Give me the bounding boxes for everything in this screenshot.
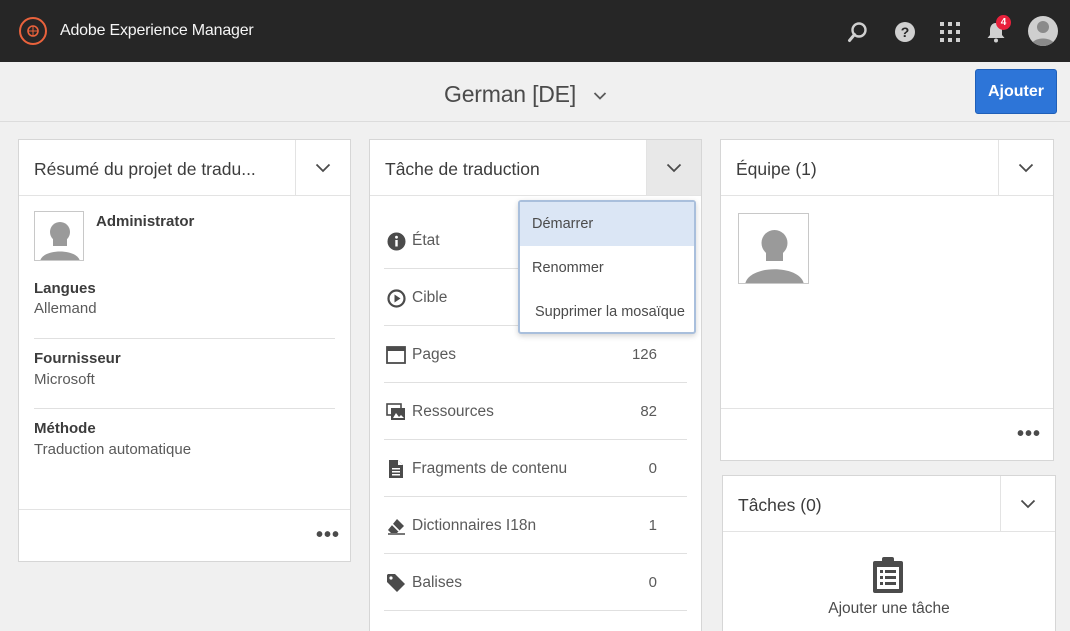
field-value: Traduction automatique	[34, 441, 192, 458]
chevron-down-icon	[1018, 163, 1034, 172]
play-icon	[386, 288, 406, 308]
row-label: Balises	[412, 574, 462, 591]
card-footer: •••	[19, 509, 350, 561]
pages-icon	[386, 345, 406, 365]
svg-text:?: ?	[901, 24, 910, 40]
user-avatar-icon[interactable]	[1028, 16, 1058, 46]
row-count: 126	[631, 346, 657, 363]
card-expand-button[interactable]	[1000, 476, 1055, 531]
field-label: Fournisseur	[34, 350, 121, 367]
more-options-button[interactable]: •••	[316, 524, 340, 547]
tasks-card: Tâches (0) Ajouter une tâche	[722, 475, 1056, 631]
card-actions-menu: Démarrer Renommer Supprimer la mosaïque	[518, 200, 696, 334]
list-item[interactable]: Balises 0	[384, 554, 687, 611]
add-button[interactable]: Ajouter	[975, 69, 1057, 114]
card-title: Équipe (1)	[736, 159, 817, 179]
card-header: Tâches (0)	[723, 476, 1055, 532]
language-title[interactable]: German [DE]	[444, 81, 576, 108]
row-count: 0	[648, 460, 657, 477]
card-expand-button[interactable]	[295, 140, 350, 195]
document-icon	[386, 459, 406, 479]
list-item[interactable]: Pages 126	[384, 326, 687, 383]
clipboard-icon[interactable]	[872, 556, 904, 599]
divider	[34, 408, 335, 409]
row-count: 82	[640, 403, 657, 420]
summary-card: Résumé du projet de tradu... Administrat…	[18, 139, 351, 562]
row-label: Dictionnaires I18n	[412, 517, 537, 534]
help-icon[interactable]: ?	[893, 20, 917, 44]
card-title: Tâche de traduction	[385, 159, 540, 179]
card-header: Équipe (1)	[721, 140, 1053, 196]
card-expand-button[interactable]	[998, 140, 1053, 195]
card-header: Résumé du projet de tradu...	[19, 140, 350, 196]
user-avatar-icon	[34, 211, 84, 261]
row-label: Ressources	[412, 403, 494, 420]
shell-header: Adobe Experience Manager ? 4	[0, 0, 1070, 62]
row-count: 0	[648, 574, 657, 591]
row-label: Fragments de contenu	[412, 460, 568, 477]
field-value: Allemand	[34, 300, 97, 317]
apps-icon[interactable]	[938, 20, 962, 44]
row-count: 1	[648, 517, 657, 534]
more-options-button[interactable]: •••	[1017, 423, 1041, 446]
list-item[interactable]: Dictionnaires I18n 1	[384, 497, 687, 554]
divider	[34, 338, 335, 339]
team-member-avatar[interactable]	[738, 213, 809, 284]
menu-item-delete-tile[interactable]: Supprimer la mosaïque	[520, 290, 694, 334]
info-icon	[386, 231, 406, 251]
row-label: Cible	[412, 289, 448, 306]
aem-logo-icon[interactable]	[19, 17, 47, 45]
eraser-icon	[386, 516, 406, 536]
chevron-down-icon	[666, 163, 682, 172]
card-header: Tâche de traduction	[370, 140, 701, 196]
row-label: État	[412, 232, 440, 249]
add-task-link[interactable]: Ajouter une tâche	[723, 600, 1055, 618]
assets-icon	[386, 402, 406, 422]
chevron-down-icon	[315, 163, 331, 172]
team-card: Équipe (1) •••	[720, 139, 1054, 461]
field-label: Méthode	[34, 420, 96, 437]
search-icon[interactable]	[846, 20, 870, 44]
field-label: Langues	[34, 280, 96, 297]
user-name: Administrator	[96, 213, 195, 230]
card-expand-button[interactable]	[646, 140, 701, 195]
menu-item-rename[interactable]: Renommer	[520, 246, 694, 290]
card-title: Résumé du projet de tradu...	[34, 159, 256, 179]
card-title: Tâches (0)	[738, 495, 822, 515]
row-label: Pages	[412, 346, 456, 363]
list-item[interactable]: Fragments de contenu 0	[384, 440, 687, 497]
list-item[interactable]: Ressources 82	[384, 383, 687, 440]
notification-badge: 4	[996, 15, 1011, 30]
card-footer: •••	[721, 408, 1053, 460]
chevron-down-icon[interactable]	[593, 88, 607, 106]
tag-icon	[386, 573, 406, 593]
app-title[interactable]: Adobe Experience Manager	[60, 22, 254, 40]
menu-item-start[interactable]: Démarrer	[520, 202, 694, 246]
field-value: Microsoft	[34, 371, 95, 388]
chevron-down-icon	[1020, 499, 1036, 508]
